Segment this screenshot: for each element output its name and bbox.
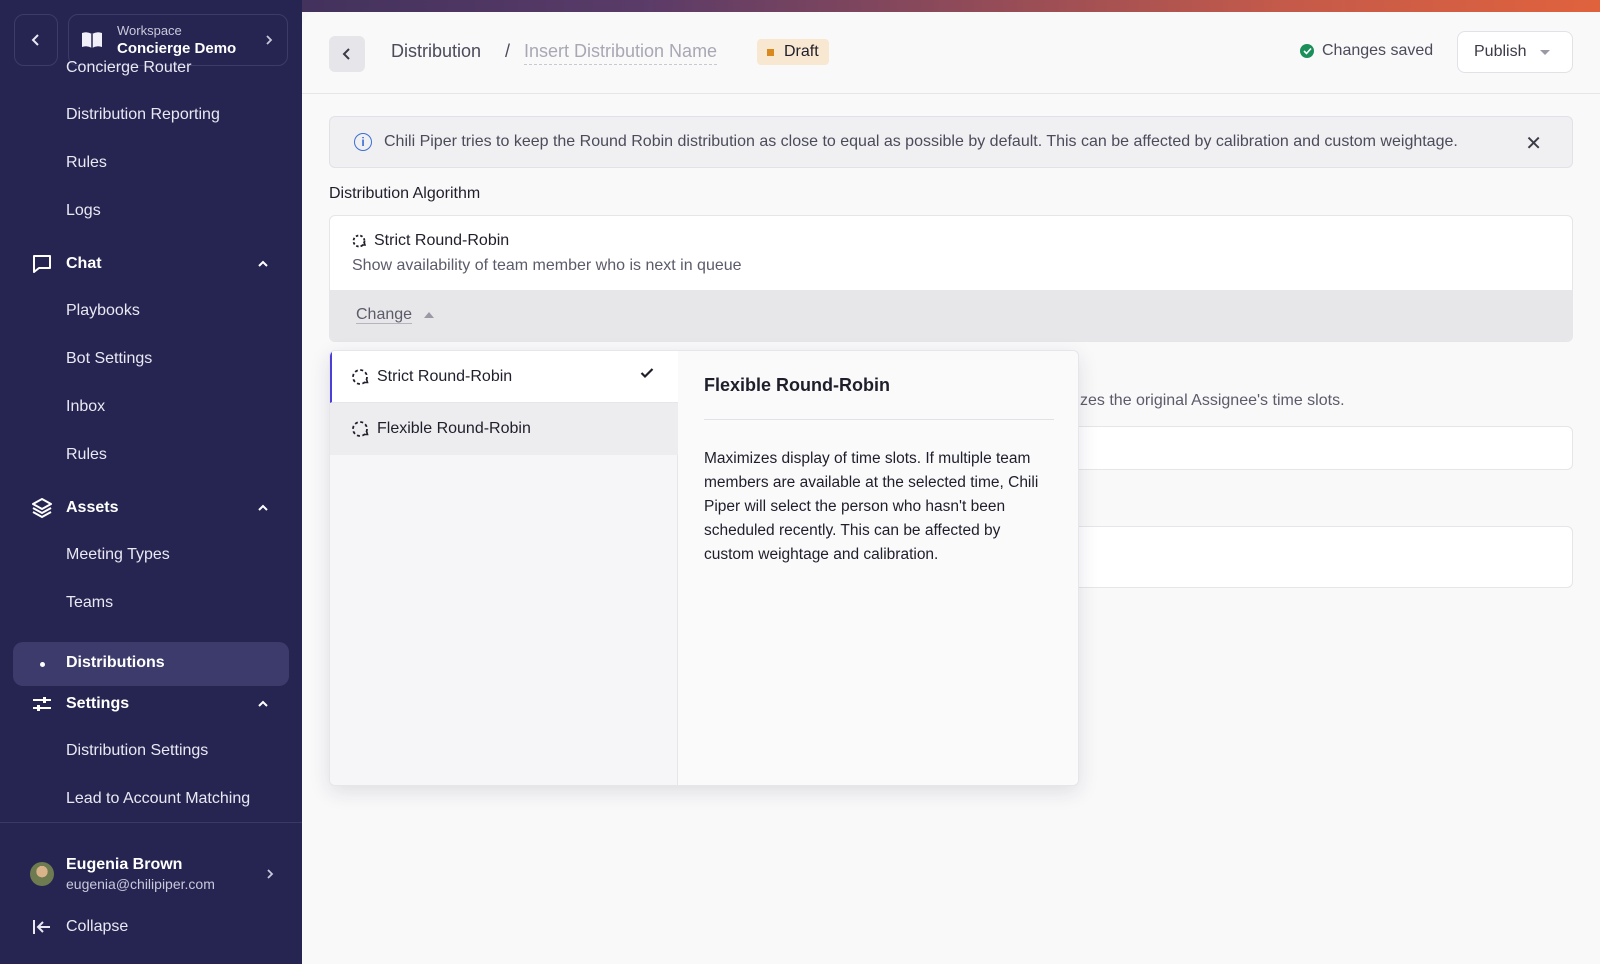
- main-panel: Distribution / Insert Distribution Name …: [302, 12, 1600, 964]
- algorithm-card: Strict Round-Robin Show availability of …: [329, 215, 1573, 342]
- algorithm-selected-title: Strict Round-Robin: [374, 232, 510, 249]
- check-circle-icon: [1300, 44, 1314, 58]
- sidebar-item-playbooks[interactable]: Playbooks: [66, 302, 140, 320]
- chevron-up-icon: [258, 260, 268, 267]
- back-button[interactable]: [329, 36, 365, 72]
- divider: [704, 419, 1054, 420]
- info-banner-text: Chili Piper tries to keep the Round Robi…: [384, 133, 1458, 150]
- user-name: Eugenia Brown: [66, 856, 183, 873]
- breadcrumb[interactable]: Distribution: [391, 41, 481, 62]
- workspace-label: Workspace: [117, 22, 182, 38]
- algorithm-dropdown: Strict Round-Robin Flexible Round-Robin …: [329, 350, 1079, 786]
- publish-button[interactable]: Publish: [1457, 31, 1573, 73]
- section-label: Assets: [66, 499, 119, 516]
- chevron-right-icon: [267, 869, 274, 879]
- option-detail-description: Maximizes display of time slots. If mult…: [704, 450, 1039, 563]
- sidebar-item-chat-rules[interactable]: Rules: [66, 446, 107, 464]
- background-field: [1042, 426, 1573, 470]
- round-robin-icon: [352, 234, 366, 248]
- algorithm-options-list: Strict Round-Robin Flexible Round-Robin: [330, 351, 678, 785]
- chevron-up-icon: [258, 700, 268, 707]
- option-flexible-round-robin[interactable]: Flexible Round-Robin: [330, 403, 678, 455]
- change-row: Change: [330, 290, 1572, 341]
- sidebar-item-lead-to-account-matching[interactable]: Lead to Account Matching: [66, 790, 250, 808]
- round-robin-icon: [352, 368, 369, 385]
- breadcrumb-separator: /: [505, 41, 511, 61]
- chevron-left-icon: [342, 48, 350, 60]
- option-detail-panel: Flexible Round-Robin Maximizes display o…: [678, 351, 1078, 785]
- caret-up-icon: [424, 312, 435, 318]
- sidebar-back-button[interactable]: [14, 14, 58, 66]
- sliders-icon: [30, 692, 54, 716]
- sidebar-section-assets[interactable]: Assets: [30, 496, 270, 520]
- info-icon: i: [354, 133, 372, 151]
- sidebar-item-logs[interactable]: Logs: [66, 202, 101, 220]
- save-status-label: Changes saved: [1322, 42, 1434, 59]
- option-strict-round-robin[interactable]: Strict Round-Robin: [330, 351, 678, 403]
- user-menu[interactable]: Eugenia Brown eugenia@chilipiper.com: [30, 852, 280, 896]
- status-badge-label: Draft: [784, 43, 819, 60]
- sidebar-section-settings[interactable]: Settings: [30, 692, 270, 716]
- caret-down-icon: [1540, 49, 1551, 55]
- collapse-label: Collapse: [66, 918, 129, 935]
- distribution-name-input[interactable]: Insert Distribution Name: [524, 41, 718, 65]
- close-icon[interactable]: ✕: [1525, 131, 1542, 156]
- section-label: Chat: [66, 255, 102, 272]
- round-robin-icon: [352, 421, 369, 437]
- chat-icon: [30, 252, 54, 276]
- chevron-up-icon: [258, 504, 268, 511]
- sidebar-item-concierge-router[interactable]: Concierge Router: [66, 59, 191, 77]
- info-banner: i Chili Piper tries to keep the Round Ro…: [329, 116, 1573, 168]
- algorithm-selected: Strict Round-Robin: [352, 232, 509, 250]
- sidebar-item-distributions[interactable]: Distributions: [13, 642, 289, 686]
- sidebar-section-chat[interactable]: Chat: [30, 252, 270, 276]
- change-algorithm-button[interactable]: Change: [356, 306, 435, 324]
- algorithm-section-label: Distribution Algorithm: [329, 185, 481, 202]
- sidebar-item-inbox[interactable]: Inbox: [66, 398, 105, 416]
- sidebar: Workspace Concierge Demo Concierge Route…: [0, 0, 302, 964]
- sidebar-item-label: Distributions: [66, 654, 165, 671]
- chevron-left-icon: [31, 34, 39, 46]
- chevron-right-icon: [266, 35, 273, 45]
- sidebar-item-meeting-types[interactable]: Meeting Types: [66, 546, 170, 564]
- publish-label: Publish: [1474, 43, 1527, 60]
- sidebar-divider: [0, 822, 302, 823]
- sidebar-item-bot-settings[interactable]: Bot Settings: [66, 350, 152, 368]
- sidebar-item-teams[interactable]: Teams: [66, 594, 113, 612]
- option-label: Flexible Round-Robin: [377, 420, 531, 437]
- collapse-button[interactable]: Collapse: [30, 918, 128, 936]
- page-header: Distribution / Insert Distribution Name …: [302, 12, 1600, 94]
- active-dot: [40, 662, 45, 667]
- collapse-icon: [33, 920, 50, 934]
- background-field: [1042, 526, 1573, 588]
- background-description: zes the original Assignee's time slots.: [1080, 392, 1345, 409]
- layers-icon: [30, 496, 54, 520]
- avatar: [30, 862, 54, 886]
- option-detail-title: Flexible Round-Robin: [704, 375, 890, 395]
- sidebar-item-rules[interactable]: Rules: [66, 154, 107, 172]
- save-status: Changes saved: [1300, 42, 1433, 60]
- sidebar-item-distribution-reporting[interactable]: Distribution Reporting: [66, 106, 220, 124]
- workspace-name: Concierge Demo: [117, 39, 237, 57]
- status-badge: Draft: [757, 39, 829, 65]
- book-icon: [82, 32, 102, 48]
- section-label: Settings: [66, 695, 130, 712]
- option-label: Strict Round-Robin: [377, 367, 513, 385]
- algorithm-selected-description: Show availability of team member who is …: [352, 257, 742, 274]
- sidebar-item-distribution-settings[interactable]: Distribution Settings: [66, 742, 208, 760]
- user-email: eugenia@chilipiper.com: [66, 876, 215, 892]
- change-label: Change: [356, 306, 413, 323]
- draft-square-icon: [767, 48, 774, 56]
- check-icon: [640, 368, 654, 379]
